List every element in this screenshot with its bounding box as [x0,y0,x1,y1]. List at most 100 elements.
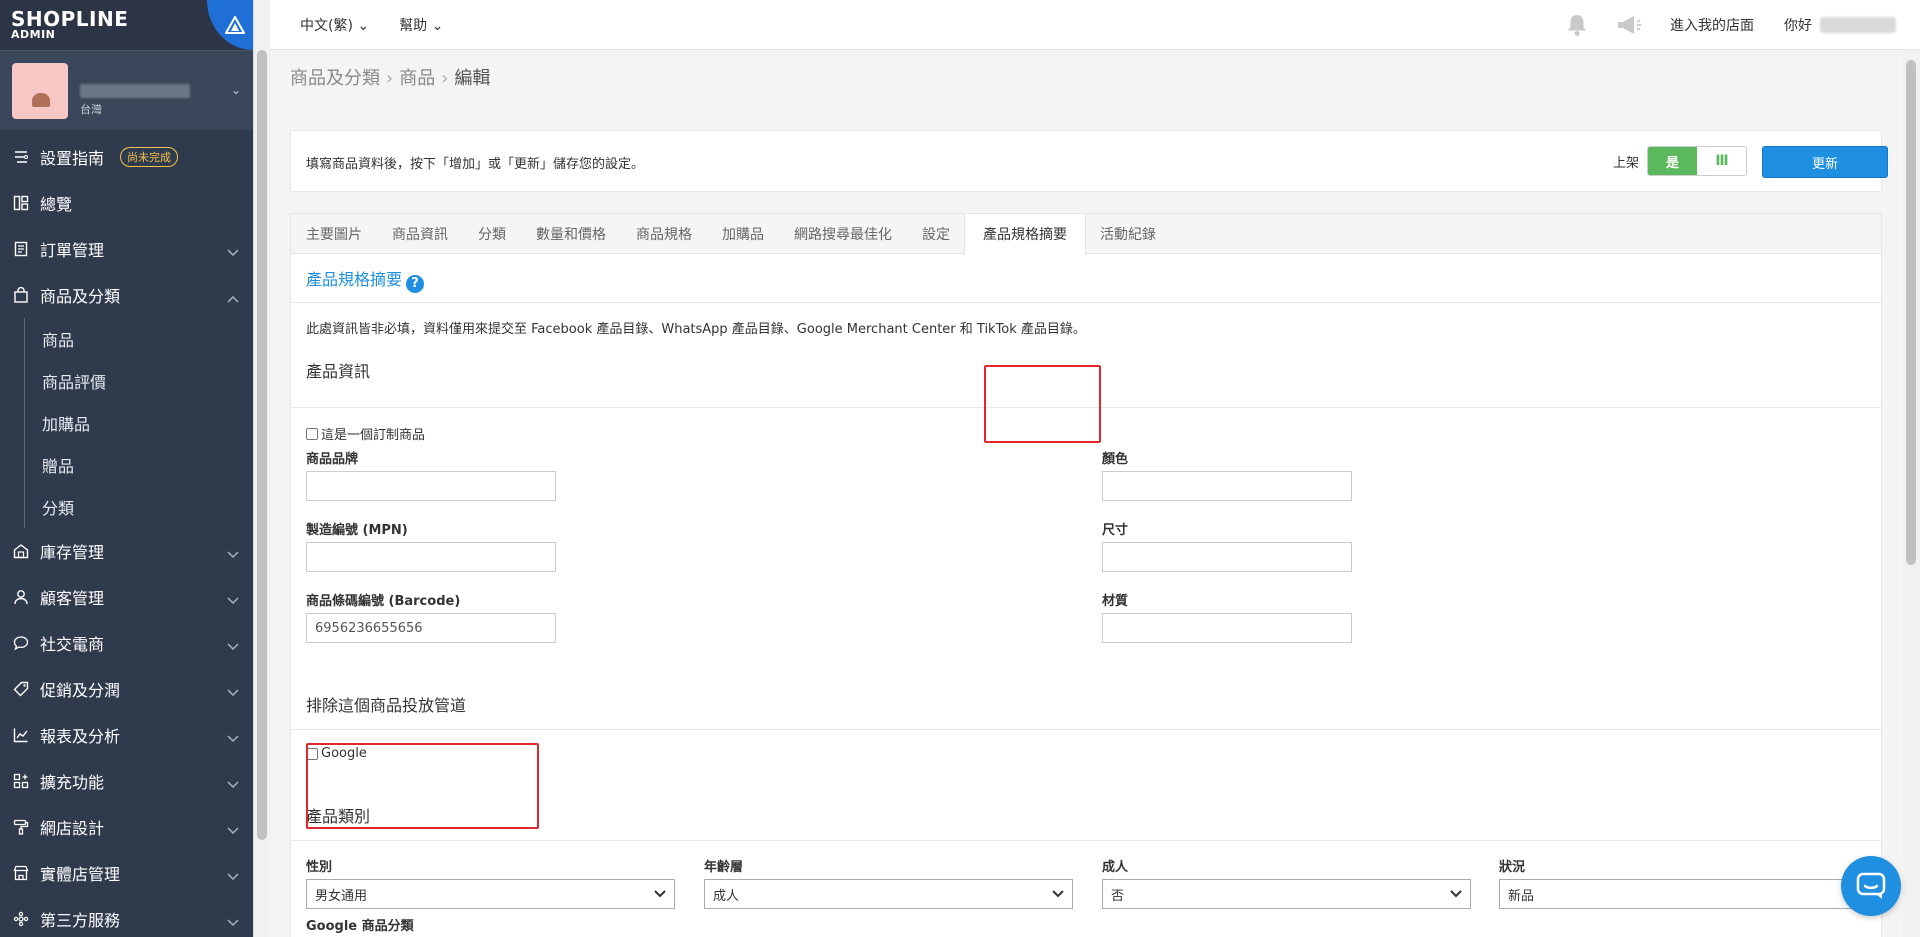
sidebar-item-products[interactable]: 商品及分類 [0,272,253,318]
chevron-down-icon [227,728,239,747]
tab-settings[interactable]: 設定 [922,214,950,254]
custom-product-checkbox-row[interactable]: 這是一個訂制商品 [306,424,425,443]
store-name-redacted [80,83,190,98]
sidebar-item-orders[interactable]: 訂單管理 [0,226,253,272]
barcode-label: 商品條碼編號 (Barcode) [306,594,461,609]
sidebar-menu: 設置指南 尚未完成 總覽 訂單管理 商品及分類 商品 商品評價 加購品 贈品 分… [0,134,253,937]
breadcrumb-separator: › [441,68,449,89]
sidebar-item-label: 第三方服務 [40,911,121,930]
sidebar: SHOPLINE ADMIN 台灣 ⌄ 設置指南 尚未完成 總覽 訂單管理 商品… [0,0,253,937]
sidebar-item-social-commerce[interactable]: 社交電商 [0,620,253,666]
sidebar-item-third-party[interactable]: 第三方服務 [0,896,253,937]
sidebar-item-label: 設置指南 [40,149,105,168]
help-icon[interactable]: ? [406,274,425,293]
chevron-down-icon [1052,888,1064,904]
material-input[interactable] [1102,613,1352,643]
language-dropdown[interactable]: 中文(繁) ⌄ [300,15,369,35]
customer-icon [12,588,30,606]
sidebar-item-promotions[interactable]: 促銷及分潤 [0,666,253,712]
main-scrollbar[interactable] [1903,50,1920,937]
user-menu[interactable] [1820,17,1896,33]
store-region: 台灣 [80,103,102,116]
update-button[interactable]: 更新 [1762,146,1888,178]
tab-quantity-price[interactable]: 數量和價格 [536,214,606,254]
tab-variations[interactable]: 商品規格 [636,214,692,254]
help-dropdown[interactable]: 幫助 ⌄ [399,15,443,35]
brand-label: 商品品牌 [306,452,359,467]
chevron-up-icon [227,288,239,307]
age-select[interactable]: 成人 [704,879,1073,909]
size-input[interactable] [1102,542,1352,572]
chat-icon [1856,872,1886,899]
gender-select[interactable]: 男女通用 [306,879,675,909]
publish-toggle-on[interactable]: 是 [1648,147,1697,175]
custom-product-checkbox[interactable] [306,427,318,440]
divider [291,729,1881,730]
mpn-label: 製造編號 (MPN) [306,523,408,538]
brand-input[interactable] [306,471,556,501]
sidebar-scrollbar[interactable] [253,0,270,937]
tab-product-spec-summary[interactable]: 產品規格摘要 [964,213,1086,255]
condition-select[interactable]: 新品 [1499,879,1868,909]
sidebar-subitem-products[interactable]: 商品 [25,318,253,360]
color-input[interactable] [1102,471,1352,501]
condition-value: 新品 [1508,888,1535,904]
brand-logo[interactable]: SHOPLINE ADMIN [0,0,253,50]
adult-select[interactable]: 否 [1102,879,1471,909]
breadcrumb-products[interactable]: 商品 [399,68,435,89]
tab-addon[interactable]: 加購品 [722,214,764,254]
breadcrumb: 商品及分類 › 商品 › 編輯 [290,64,490,90]
sidebar-item-reports[interactable]: 報表及分析 [0,712,253,758]
sidebar-subitem-categories[interactable]: 分類 [25,486,253,528]
store-switcher[interactable]: 台灣 ⌄ [0,50,253,130]
sidebar-item-label: 商品及分類 [40,287,121,306]
sidebar-item-label: 社交電商 [40,635,105,654]
tab-activity-log[interactable]: 活動紀錄 [1100,214,1156,254]
sidebar-item-label: 促銷及分潤 [40,681,121,700]
chevron-down-icon [654,888,666,904]
chat-support-button[interactable] [1841,856,1901,916]
sidebar-item-store-design[interactable]: 網店設計 [0,804,253,850]
sidebar-subitem-addon[interactable]: 加購品 [25,402,253,444]
megaphone-icon[interactable] [1616,14,1642,36]
sidebar-item-label: 網店設計 [40,819,105,838]
barcode-input[interactable]: 6956236655656 [306,613,556,643]
sidebar-item-extensions[interactable]: 擴充功能 [0,758,253,804]
tab-seo[interactable]: 網路搜尋最佳化 [794,214,892,254]
sidebar-subitem-gifts[interactable]: 贈品 [25,444,253,486]
sidebar-item-inventory[interactable]: 庫存管理 [0,528,253,574]
chevron-down-icon [227,866,239,885]
breadcrumb-products-categories[interactable]: 商品及分類 [290,68,380,89]
language-label: 中文(繁) [300,17,353,34]
adult-value: 否 [1111,888,1125,904]
sidebar-subitem-reviews[interactable]: 商品評價 [25,360,253,402]
tab-main-images[interactable]: 主要圖片 [306,214,362,254]
age-value: 成人 [713,888,740,904]
publish-toggle[interactable]: 是 Ⅲ [1647,146,1747,176]
shopline-mark-icon[interactable] [207,0,253,50]
chevron-down-icon [227,636,239,655]
sidebar-item-retail-store[interactable]: 實體店管理 [0,850,253,896]
chevron-down-icon [227,242,239,261]
orders-icon [12,240,30,258]
google-checkbox[interactable] [306,747,318,760]
material-label: 材質 [1102,594,1129,609]
adult-label: 成人 [1102,860,1129,875]
tab-categories[interactable]: 分類 [478,214,506,254]
section-title-text: 產品規格摘要 [306,270,403,289]
enter-store-link[interactable]: 進入我的店面 [1670,15,1754,35]
chevron-down-icon [1450,888,1462,904]
main-scroll-thumb[interactable] [1906,60,1916,565]
sidebar-item-setup-guide[interactable]: 設置指南 尚未完成 [0,134,253,180]
sidebar-item-customers[interactable]: 顧客管理 [0,574,253,620]
tab-product-info[interactable]: 商品資訊 [392,214,448,254]
sidebar-item-overview[interactable]: 總覽 [0,180,253,226]
google-checkbox-row[interactable]: Google [306,746,367,761]
divider [291,840,1881,841]
bell-icon[interactable] [1566,13,1588,37]
store-icon [12,864,30,882]
mpn-input[interactable] [306,542,556,572]
publish-toggle-off[interactable]: Ⅲ [1697,147,1746,175]
color-label: 顏色 [1102,452,1129,467]
sidebar-scroll-thumb[interactable] [257,50,267,840]
